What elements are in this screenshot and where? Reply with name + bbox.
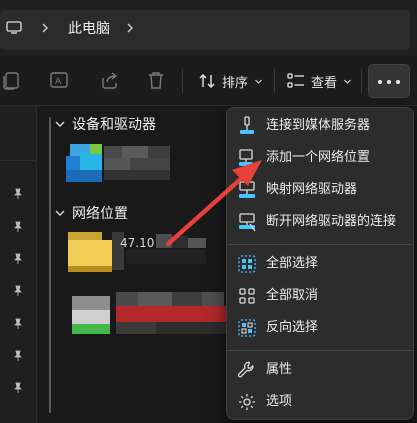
address-bar: 此电脑 <box>0 0 417 56</box>
pin-icon[interactable] <box>12 285 24 297</box>
more-icon-dot <box>396 80 400 84</box>
menu-item-invert-selection[interactable]: 反向选择 <box>231 312 411 344</box>
menu-item-label: 反向选择 <box>266 320 319 335</box>
add-network-location-icon <box>239 149 253 166</box>
nav-divider <box>0 160 37 161</box>
breadcrumb-this-pc[interactable]: 此电脑 <box>68 21 110 37</box>
menu-item-label: 添加一个网络位置 <box>266 150 371 165</box>
menu-item-select-all[interactable]: 全部选择 <box>231 248 411 280</box>
network-item-label: 47.10 <box>120 236 155 250</box>
more-options-button[interactable] <box>368 64 410 98</box>
address-field[interactable] <box>0 10 410 50</box>
toolbar-divider <box>361 69 362 93</box>
options-icon <box>239 394 255 410</box>
command-bar: A 排序 查看 <box>0 56 417 106</box>
pin-icon[interactable] <box>12 188 24 200</box>
pin-icon[interactable] <box>12 221 24 233</box>
chevron-down-icon <box>344 79 351 84</box>
group-label: 网络位置 <box>72 206 128 222</box>
chevron-down-icon <box>55 121 65 127</box>
chevron-right-icon[interactable] <box>40 22 50 34</box>
group-header-devices[interactable]: 设备和驱动器 <box>54 114 156 134</box>
toolbar-divider <box>274 69 275 93</box>
select-none-icon <box>239 288 255 304</box>
toolbar-divider <box>182 69 183 93</box>
select-all-icon <box>238 255 256 273</box>
menu-item-label: 全部取消 <box>266 288 319 303</box>
group-header-network[interactable]: 网络位置 <box>54 203 128 223</box>
svg-text:A: A <box>55 77 62 87</box>
menu-item-select-none[interactable]: 全部取消 <box>231 280 411 312</box>
media-server-icon <box>240 116 254 134</box>
map-network-drive-icon <box>239 181 255 198</box>
disconnect-network-drive-icon <box>239 213 256 232</box>
menu-item-options[interactable]: 选项 <box>231 386 411 418</box>
menu-item-properties[interactable]: 属性 <box>231 354 411 386</box>
scrollbar[interactable] <box>49 117 51 413</box>
menu-item-label: 映射网络驱动器 <box>266 182 358 197</box>
pin-icon[interactable] <box>12 350 24 362</box>
sort-icon <box>199 74 215 88</box>
sort-button[interactable]: 排序 <box>198 66 263 96</box>
menu-separator <box>227 350 413 351</box>
pin-icon[interactable] <box>12 318 24 330</box>
chevron-down-icon <box>255 79 262 84</box>
menu-separator <box>227 244 413 245</box>
chevron-right-icon[interactable] <box>125 22 135 34</box>
rename-icon[interactable]: A <box>50 70 68 90</box>
group-label: 设备和驱动器 <box>72 117 156 133</box>
menu-item-label: 全部选择 <box>266 256 319 271</box>
copy-icon[interactable] <box>2 70 20 90</box>
menu-item-label: 断开网络驱动器的连接 <box>266 214 397 229</box>
share-icon[interactable] <box>100 70 118 90</box>
menu-item-label: 选项 <box>266 394 293 409</box>
delete-icon[interactable] <box>147 70 165 90</box>
context-menu: 连接到媒体服务器 添加一个网络位置 映射网络驱动器 断开网络驱动器的连接 全部选… <box>226 107 414 420</box>
view-label: 查看 <box>311 75 338 91</box>
menu-item-label: 连接到媒体服务器 <box>266 118 371 133</box>
menu-item-add-network-location[interactable]: 添加一个网络位置 <box>231 142 411 174</box>
more-icon-dot <box>387 80 391 84</box>
menu-item-connect-media-server[interactable]: 连接到媒体服务器 <box>231 110 411 142</box>
invert-selection-icon <box>238 319 256 337</box>
menu-item-label: 属性 <box>266 362 293 377</box>
view-button[interactable]: 查看 <box>287 66 352 96</box>
pin-icon[interactable] <box>12 253 24 265</box>
chevron-down-icon <box>55 210 65 216</box>
more-icon <box>378 80 382 84</box>
view-icon <box>287 73 304 88</box>
monitor-icon[interactable] <box>6 21 22 34</box>
properties-icon <box>237 361 254 378</box>
pin-icon[interactable] <box>12 382 24 394</box>
sort-label: 排序 <box>222 75 249 91</box>
menu-item-disconnect-network-drive[interactable]: 断开网络驱动器的连接 <box>231 206 411 238</box>
menu-item-map-network-drive[interactable]: 映射网络驱动器 <box>231 174 411 206</box>
